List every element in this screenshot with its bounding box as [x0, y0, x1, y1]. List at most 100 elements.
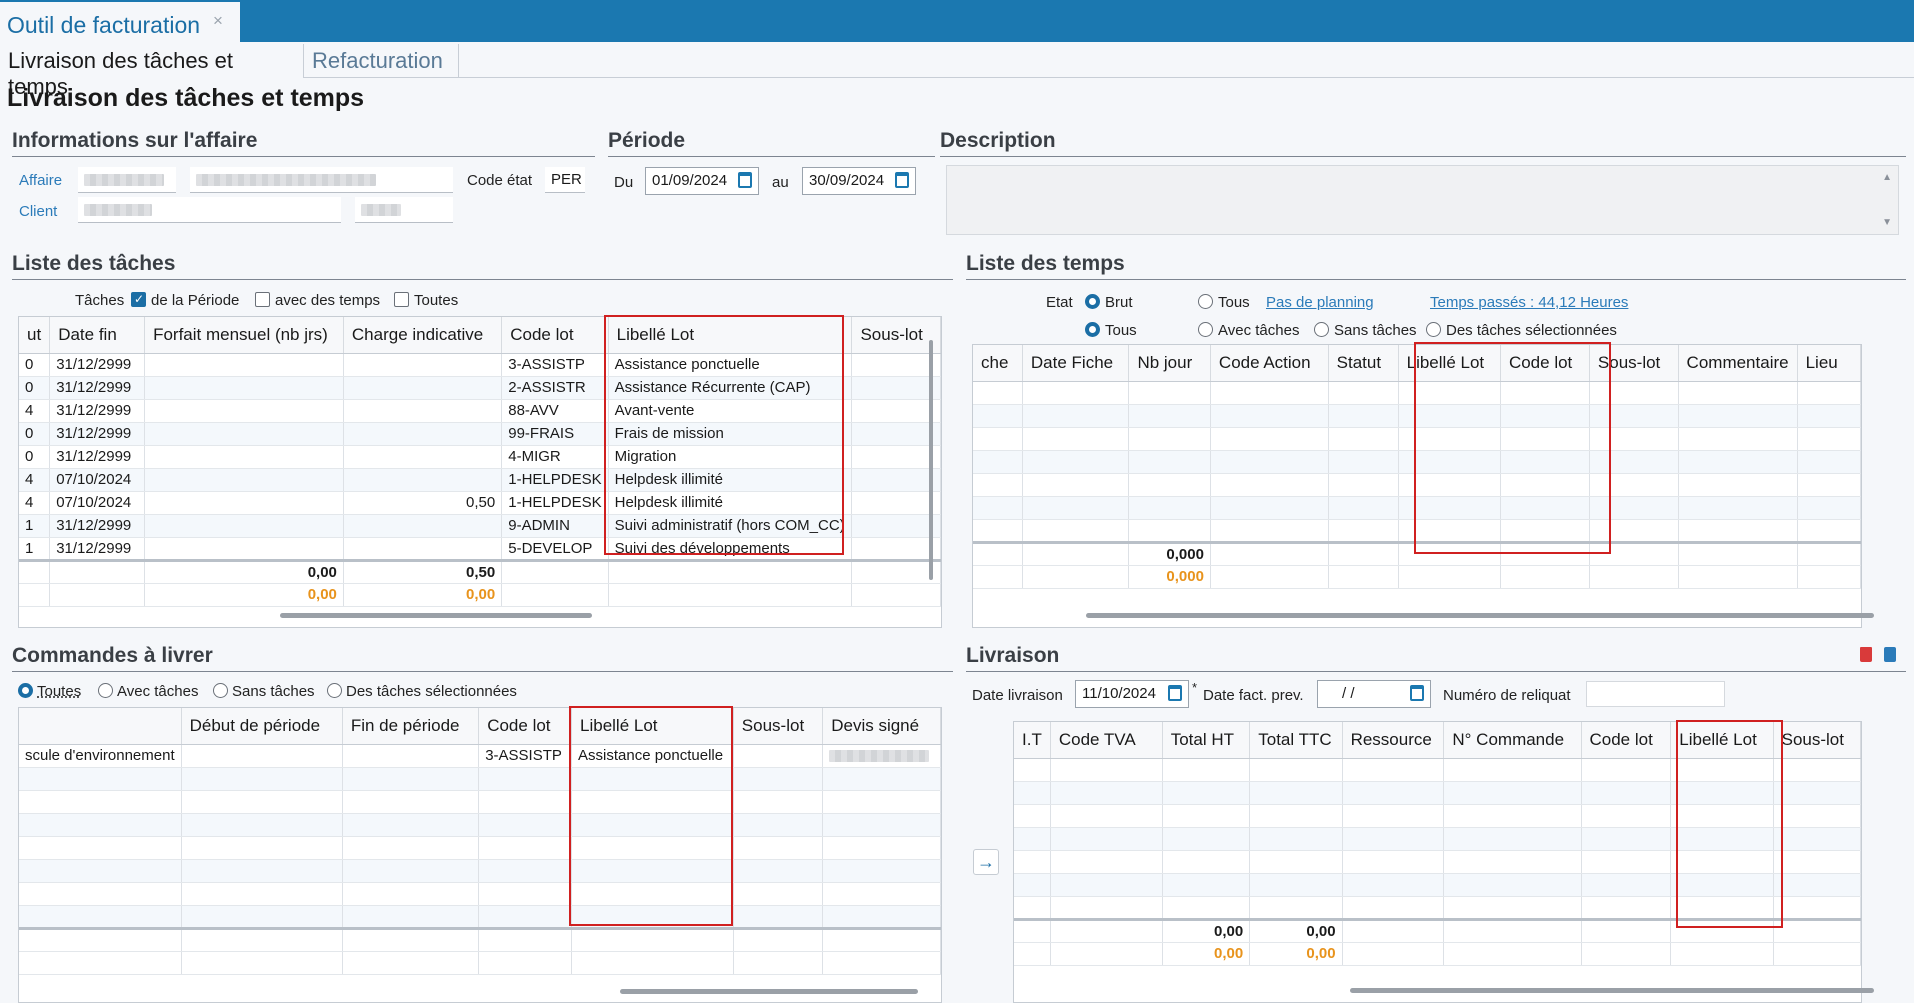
column-header[interactable]: ut: [19, 317, 51, 354]
table-row[interactable]: [973, 450, 1861, 474]
table-row[interactable]: 4 07/10/2024 0,50 1-HELPDESK Helpdesk illimi…: [19, 491, 941, 515]
affaire-name-field[interactable]: [190, 167, 453, 193]
table-row[interactable]: [1014, 873, 1861, 897]
radio-tous[interactable]: [1198, 294, 1213, 309]
column-header[interactable]: [19, 708, 182, 745]
trash-icon[interactable]: [1860, 647, 1872, 662]
table-row[interactable]: [1014, 781, 1861, 805]
column-header[interactable]: Sous-lot: [1589, 345, 1679, 382]
column-header[interactable]: Date fin: [49, 317, 146, 354]
column-header[interactable]: Code lot: [1581, 722, 1672, 759]
column-header[interactable]: Code lot: [478, 708, 573, 745]
table-row[interactable]: [1014, 804, 1861, 828]
link-pas-de-planning[interactable]: Pas de planning: [1266, 294, 1374, 311]
column-header[interactable]: I.T: [1014, 722, 1051, 759]
description-textarea[interactable]: ▲ ▼: [946, 165, 1899, 235]
column-header[interactable]: Libellé Lot: [1670, 722, 1774, 759]
taches-grid[interactable]: ut Date fin Forfait mensuel (nb jrs) Charge…: [18, 316, 942, 628]
date-au-input[interactable]: 30/09/2024: [802, 167, 916, 195]
tab-refacturation[interactable]: Refacturation: [304, 44, 459, 78]
radio-avec-taches-cmd[interactable]: [98, 683, 113, 698]
table-row[interactable]: 4 07/10/2024 1-HELPDESK Helpdesk illimité: [19, 468, 941, 492]
table-row[interactable]: [973, 496, 1861, 520]
table-row[interactable]: [19, 836, 941, 860]
column-header[interactable]: Charge indicative: [343, 317, 503, 354]
document-icon[interactable]: [1884, 647, 1896, 662]
temps-grid[interactable]: che Date Fiche Nb jour Code Action Statut Lib…: [972, 344, 1862, 628]
calendar-icon[interactable]: [1410, 685, 1424, 701]
app-tab[interactable]: Outil de facturation ×: [0, 0, 240, 42]
radio-sans-taches[interactable]: [1314, 322, 1329, 337]
arrow-right-icon[interactable]: →: [973, 849, 999, 875]
table-row[interactable]: [973, 404, 1861, 428]
column-header[interactable]: Libellé Lot: [571, 708, 734, 745]
column-header[interactable]: Code lot: [501, 317, 609, 354]
scroll-up-icon[interactable]: ▲: [1882, 172, 1892, 183]
column-header[interactable]: Ressource: [1342, 722, 1445, 759]
table-row[interactable]: [1014, 850, 1861, 874]
livraison-grid[interactable]: I.T Code TVA Total HT Total TTC Ressource N° …: [1013, 721, 1862, 1003]
column-header[interactable]: Total HT: [1162, 722, 1251, 759]
column-header[interactable]: Commentaire: [1678, 345, 1798, 382]
column-header[interactable]: Début de période: [181, 708, 343, 745]
client-name-field[interactable]: [78, 197, 341, 223]
column-header[interactable]: Fin de période: [342, 708, 480, 745]
taches-vscroll[interactable]: [929, 340, 933, 580]
table-row[interactable]: scule d'environnement 3-ASSISTP Assistance…: [19, 744, 941, 768]
radio-taches-selectionnees[interactable]: [1426, 322, 1441, 337]
column-header[interactable]: Code Action: [1210, 345, 1329, 382]
radio-sans-taches-cmd[interactable]: [213, 683, 228, 698]
table-row[interactable]: [973, 519, 1861, 543]
column-header[interactable]: Nb jour: [1128, 345, 1211, 382]
table-row[interactable]: 0 31/12/2999 2-ASSISTR Assistance Récurrent…: [19, 376, 941, 400]
calendar-icon[interactable]: [738, 172, 752, 188]
radio-brut[interactable]: [1085, 294, 1100, 309]
date-livraison-input[interactable]: 11/10/2024: [1075, 680, 1189, 708]
temps-hscroll[interactable]: [1086, 613, 1874, 618]
table-row[interactable]: [1014, 896, 1861, 920]
tab-livraison[interactable]: Livraison des tâches et temps: [0, 44, 304, 99]
column-header[interactable]: Sous-lot: [851, 317, 941, 354]
radio-taches-selectionnees-cmd[interactable]: [327, 683, 342, 698]
affaire-code-field[interactable]: [78, 167, 176, 193]
table-row[interactable]: [19, 767, 941, 791]
reliquat-input[interactable]: [1586, 681, 1725, 707]
column-header[interactable]: Total TTC: [1249, 722, 1343, 759]
column-header[interactable]: N° Commande: [1443, 722, 1582, 759]
table-row[interactable]: [1014, 758, 1861, 782]
taches-hscroll[interactable]: [280, 613, 592, 618]
column-header[interactable]: Sous-lot: [1773, 722, 1861, 759]
link-temps-passes[interactable]: Temps passés : 44,12 Heures: [1430, 294, 1628, 311]
close-icon[interactable]: ×: [213, 11, 223, 31]
calendar-icon[interactable]: [1168, 685, 1182, 701]
column-header[interactable]: Code lot: [1500, 345, 1590, 382]
table-row[interactable]: 0 31/12/2999 4-MIGR Migration: [19, 445, 941, 469]
column-header[interactable]: Sous-lot: [733, 708, 824, 745]
scroll-down-icon[interactable]: ▼: [1882, 217, 1892, 228]
table-row[interactable]: [19, 905, 941, 929]
commandes-hscroll[interactable]: [620, 989, 918, 994]
table-row[interactable]: [1014, 827, 1861, 851]
commandes-grid[interactable]: Début de période Fin de période Code lot Li…: [18, 707, 942, 1003]
table-row[interactable]: 0 31/12/2999 99-FRAIS Frais de mission: [19, 422, 941, 446]
client-code-field[interactable]: [355, 197, 453, 223]
table-row[interactable]: [19, 859, 941, 883]
table-row[interactable]: [19, 790, 941, 814]
table-row[interactable]: [973, 427, 1861, 451]
column-header[interactable]: Lieu: [1797, 345, 1861, 382]
column-header[interactable]: Date Fiche: [1022, 345, 1130, 382]
date-du-input[interactable]: 01/09/2024: [645, 167, 759, 195]
column-header[interactable]: Statut: [1328, 345, 1399, 382]
checkbox-de-la-periode[interactable]: [131, 292, 146, 307]
livraison-hscroll[interactable]: [1350, 988, 1874, 993]
radio-avec-taches[interactable]: [1198, 322, 1213, 337]
column-header[interactable]: Libellé Lot: [608, 317, 853, 354]
column-header[interactable]: Libellé Lot: [1398, 345, 1501, 382]
radio-toutes[interactable]: [18, 683, 33, 698]
column-header[interactable]: Forfait mensuel (nb jrs): [144, 317, 344, 354]
column-header[interactable]: Code TVA: [1050, 722, 1163, 759]
checkbox-toutes[interactable]: [394, 292, 409, 307]
table-row[interactable]: [19, 882, 941, 906]
table-row[interactable]: 4 31/12/2999 88-AVV Avant-vente: [19, 399, 941, 423]
table-row[interactable]: 1 31/12/2999 5-DEVELOP Suivi des développem…: [19, 537, 941, 561]
